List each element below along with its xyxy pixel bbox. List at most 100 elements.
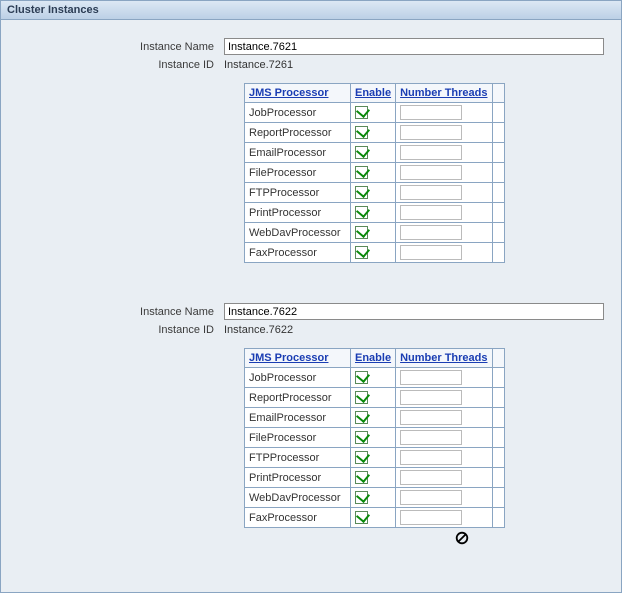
enable-checkbox[interactable]: [355, 371, 368, 384]
table-row: FTPProcessor: [245, 448, 505, 468]
threads-cell: [396, 448, 492, 468]
jms-processor-table: JMS ProcessorEnableNumber Threads JobProc…: [244, 348, 505, 528]
instance-id-label: Instance ID: [9, 324, 224, 336]
processor-name-cell: WebDavProcessor: [245, 488, 351, 508]
enable-checkbox[interactable]: [355, 451, 368, 464]
table-row: FileProcessor: [245, 428, 505, 448]
processor-name-cell: FileProcessor: [245, 163, 351, 183]
enable-checkbox[interactable]: [355, 246, 368, 259]
enable-checkbox[interactable]: [355, 391, 368, 404]
enable-checkbox[interactable]: [355, 166, 368, 179]
table-row: PrintProcessor: [245, 468, 505, 488]
enable-cell: [351, 243, 396, 263]
enable-cell: [351, 468, 396, 488]
enable-checkbox[interactable]: [355, 431, 368, 444]
table-row: PrintProcessor: [245, 203, 505, 223]
table-row: WebDavProcessor: [245, 223, 505, 243]
cluster-instances-panel: Cluster Instances Instance NameInstance …: [0, 0, 622, 593]
panel-body: Instance NameInstance IDInstance.7261JMS…: [1, 20, 621, 592]
enable-cell: [351, 448, 396, 468]
number-threads-input[interactable]: [400, 470, 462, 485]
table-row: FaxProcessor: [245, 243, 505, 263]
enable-cell: [351, 388, 396, 408]
number-threads-input[interactable]: [400, 225, 462, 240]
number-threads-header[interactable]: Number Threads: [396, 349, 492, 368]
jms-processor-header[interactable]: JMS Processor: [245, 349, 351, 368]
number-threads-input[interactable]: [400, 370, 462, 385]
processor-name-cell: FTPProcessor: [245, 448, 351, 468]
table-row: JobProcessor: [245, 103, 505, 123]
threads-cell: [396, 143, 492, 163]
threads-cell: [396, 368, 492, 388]
table-row: FTPProcessor: [245, 183, 505, 203]
enable-checkbox[interactable]: [355, 511, 368, 524]
number-threads-input[interactable]: [400, 165, 462, 180]
enable-cell: [351, 203, 396, 223]
threads-cell: [396, 123, 492, 143]
threads-cell: [396, 508, 492, 528]
enable-header[interactable]: Enable: [351, 84, 396, 103]
instance-id-value: Instance.7261: [224, 59, 613, 71]
enable-cell: [351, 183, 396, 203]
enable-checkbox[interactable]: [355, 411, 368, 424]
processor-name-cell: JobProcessor: [245, 368, 351, 388]
enable-checkbox[interactable]: [355, 106, 368, 119]
panel-title: Cluster Instances: [1, 1, 621, 20]
number-threads-input[interactable]: [400, 185, 462, 200]
processor-name-cell: ReportProcessor: [245, 388, 351, 408]
number-threads-input[interactable]: [400, 145, 462, 160]
number-threads-input[interactable]: [400, 245, 462, 260]
processor-name-cell: ReportProcessor: [245, 123, 351, 143]
enable-checkbox[interactable]: [355, 491, 368, 504]
number-threads-input[interactable]: [400, 510, 462, 525]
enable-checkbox[interactable]: [355, 146, 368, 159]
instance-name-label: Instance Name: [9, 41, 224, 53]
number-threads-input[interactable]: [400, 410, 462, 425]
enable-cell: [351, 143, 396, 163]
enable-cell: [351, 488, 396, 508]
threads-cell: [396, 203, 492, 223]
processor-name-cell: EmailProcessor: [245, 408, 351, 428]
table-row: FileProcessor: [245, 163, 505, 183]
number-threads-input[interactable]: [400, 125, 462, 140]
threads-cell: [396, 388, 492, 408]
enable-cell: [351, 103, 396, 123]
processor-name-cell: JobProcessor: [245, 103, 351, 123]
enable-cell: [351, 223, 396, 243]
table-row: ReportProcessor: [245, 388, 505, 408]
jms-processor-header[interactable]: JMS Processor: [245, 84, 351, 103]
processor-name-cell: EmailProcessor: [245, 143, 351, 163]
number-threads-input[interactable]: [400, 450, 462, 465]
enable-cell: [351, 368, 396, 388]
number-threads-input[interactable]: [400, 390, 462, 405]
instance-name-input[interactable]: [224, 38, 604, 55]
processor-name-cell: FileProcessor: [245, 428, 351, 448]
threads-cell: [396, 163, 492, 183]
enable-cell: [351, 123, 396, 143]
instance-name-label: Instance Name: [9, 306, 224, 318]
enable-checkbox[interactable]: [355, 186, 368, 199]
number-threads-input[interactable]: [400, 490, 462, 505]
table-row: JobProcessor: [245, 368, 505, 388]
instance-id-label: Instance ID: [9, 59, 224, 71]
enable-checkbox[interactable]: [355, 226, 368, 239]
instance-name-input[interactable]: [224, 303, 604, 320]
threads-cell: [396, 103, 492, 123]
threads-cell: [396, 428, 492, 448]
enable-header[interactable]: Enable: [351, 349, 396, 368]
number-threads-input[interactable]: [400, 205, 462, 220]
number-threads-input[interactable]: [400, 430, 462, 445]
instance-block: Instance Name Instance IDInstance.7622 JMS…: [9, 303, 613, 528]
enable-checkbox[interactable]: [355, 471, 368, 484]
table-row: ReportProcessor: [245, 123, 505, 143]
instance-id-value: Instance.7622: [224, 324, 613, 336]
threads-cell: [396, 183, 492, 203]
threads-cell: [396, 408, 492, 428]
enable-checkbox[interactable]: [355, 126, 368, 139]
threads-cell: [396, 468, 492, 488]
number-threads-header[interactable]: Number Threads: [396, 84, 492, 103]
enable-cell: [351, 408, 396, 428]
number-threads-input[interactable]: [400, 105, 462, 120]
enable-checkbox[interactable]: [355, 206, 368, 219]
enable-cell: [351, 508, 396, 528]
